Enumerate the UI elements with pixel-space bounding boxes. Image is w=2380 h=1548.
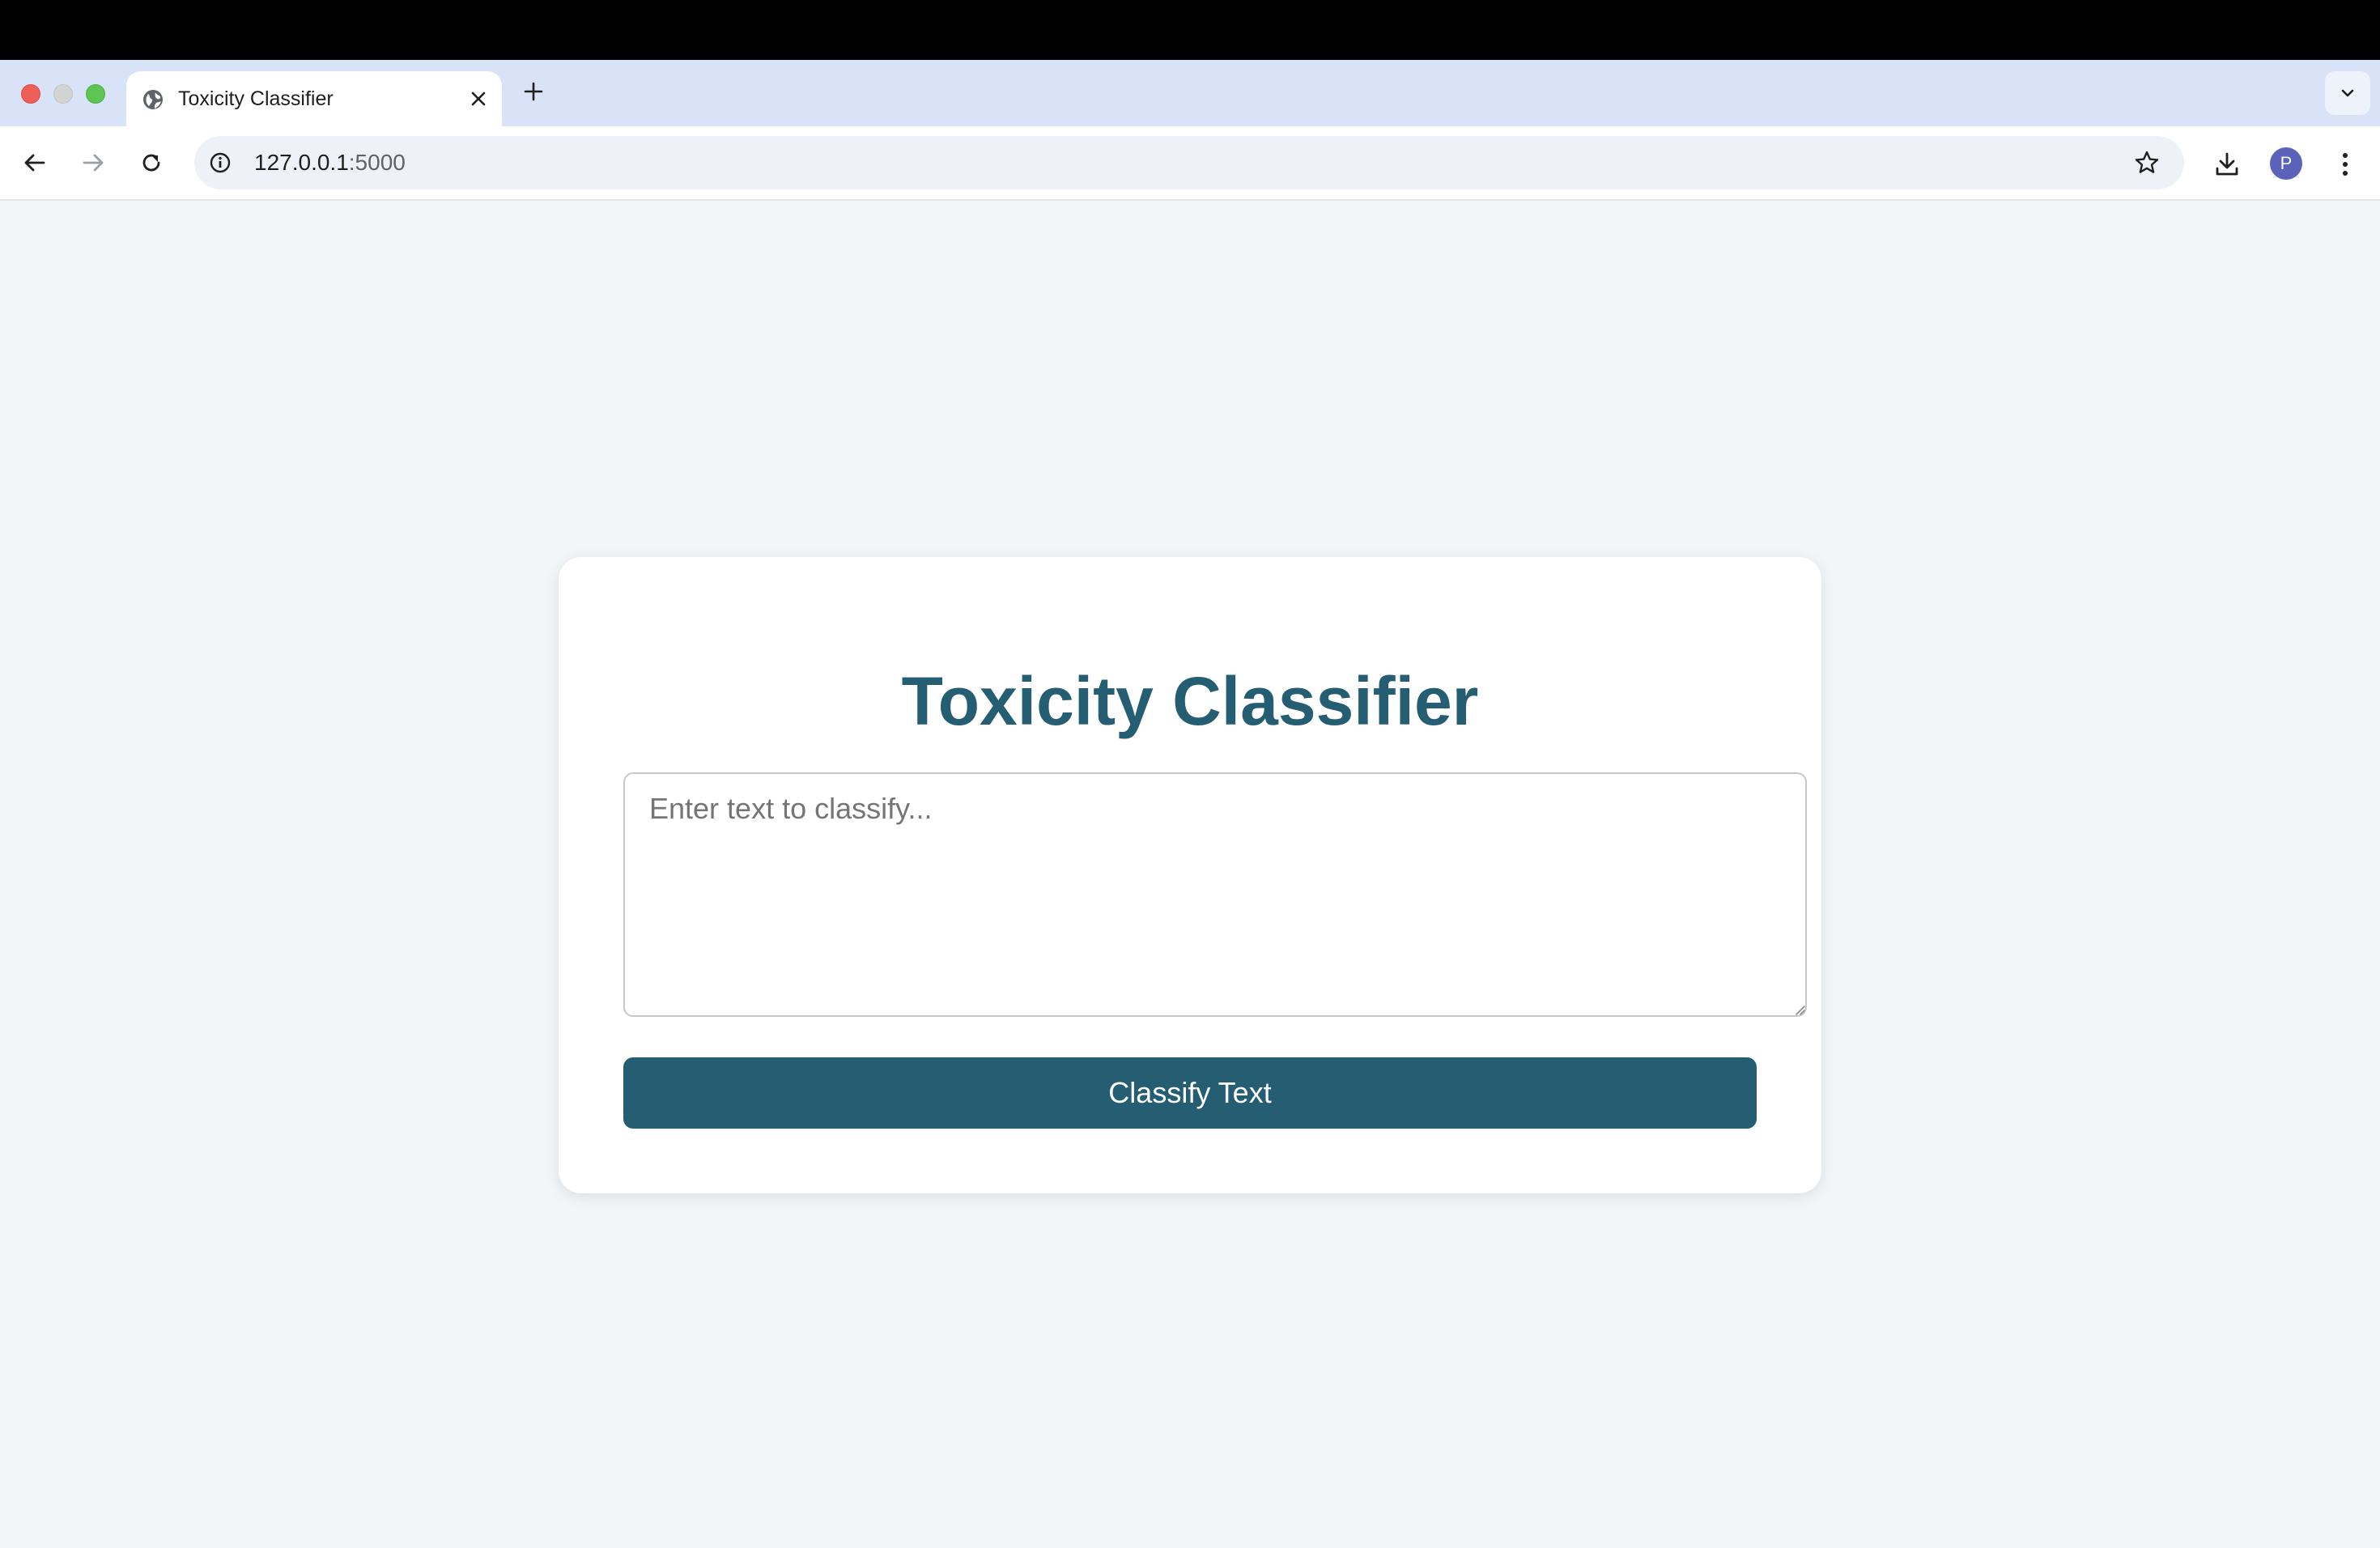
profile-avatar[interactable]: P [2270,147,2302,180]
tab-search-button[interactable] [2325,71,2370,115]
close-window-button[interactable] [21,84,40,104]
arrow-left-icon [24,154,45,172]
system-top-bar [0,0,2380,60]
maximize-window-button[interactable] [86,84,105,104]
url-host: 127.0.0.1 [254,150,349,175]
reload-icon [142,154,160,172]
text-input[interactable] [623,772,1807,1017]
forward-button[interactable] [76,146,110,180]
minimize-window-button[interactable] [53,84,73,104]
close-tab-icon[interactable] [466,87,491,111]
new-tab-button[interactable] [520,78,547,105]
globe-icon [141,87,165,112]
download-button[interactable] [2210,147,2244,181]
tab-title: Toxicity Classifier [178,87,334,110]
arrow-right-icon [83,154,104,172]
back-button[interactable] [18,146,52,180]
tab-active[interactable]: Toxicity Classifier [126,71,502,126]
chevron-down-icon [2341,89,2354,97]
address-bar[interactable]: 127.0.0.1:5000 [194,136,2184,189]
resize-handle-icon[interactable] [1792,1002,1805,1015]
url-port: :5000 [348,150,406,175]
kebab-menu-icon [2343,153,2348,176]
site-info-icon[interactable] [206,148,235,177]
url-text[interactable]: 127.0.0.1:5000 [254,136,406,189]
download-icon [2216,152,2238,176]
classify-button[interactable]: Classify Text [623,1057,1757,1129]
page-title: Toxicity Classifier [901,663,1479,739]
browser-toolbar: 127.0.0.1:5000 P [0,126,2380,201]
browser-menu-button[interactable] [2328,147,2362,181]
bookmark-star-icon[interactable] [2132,148,2161,177]
reload-button[interactable] [134,146,168,180]
